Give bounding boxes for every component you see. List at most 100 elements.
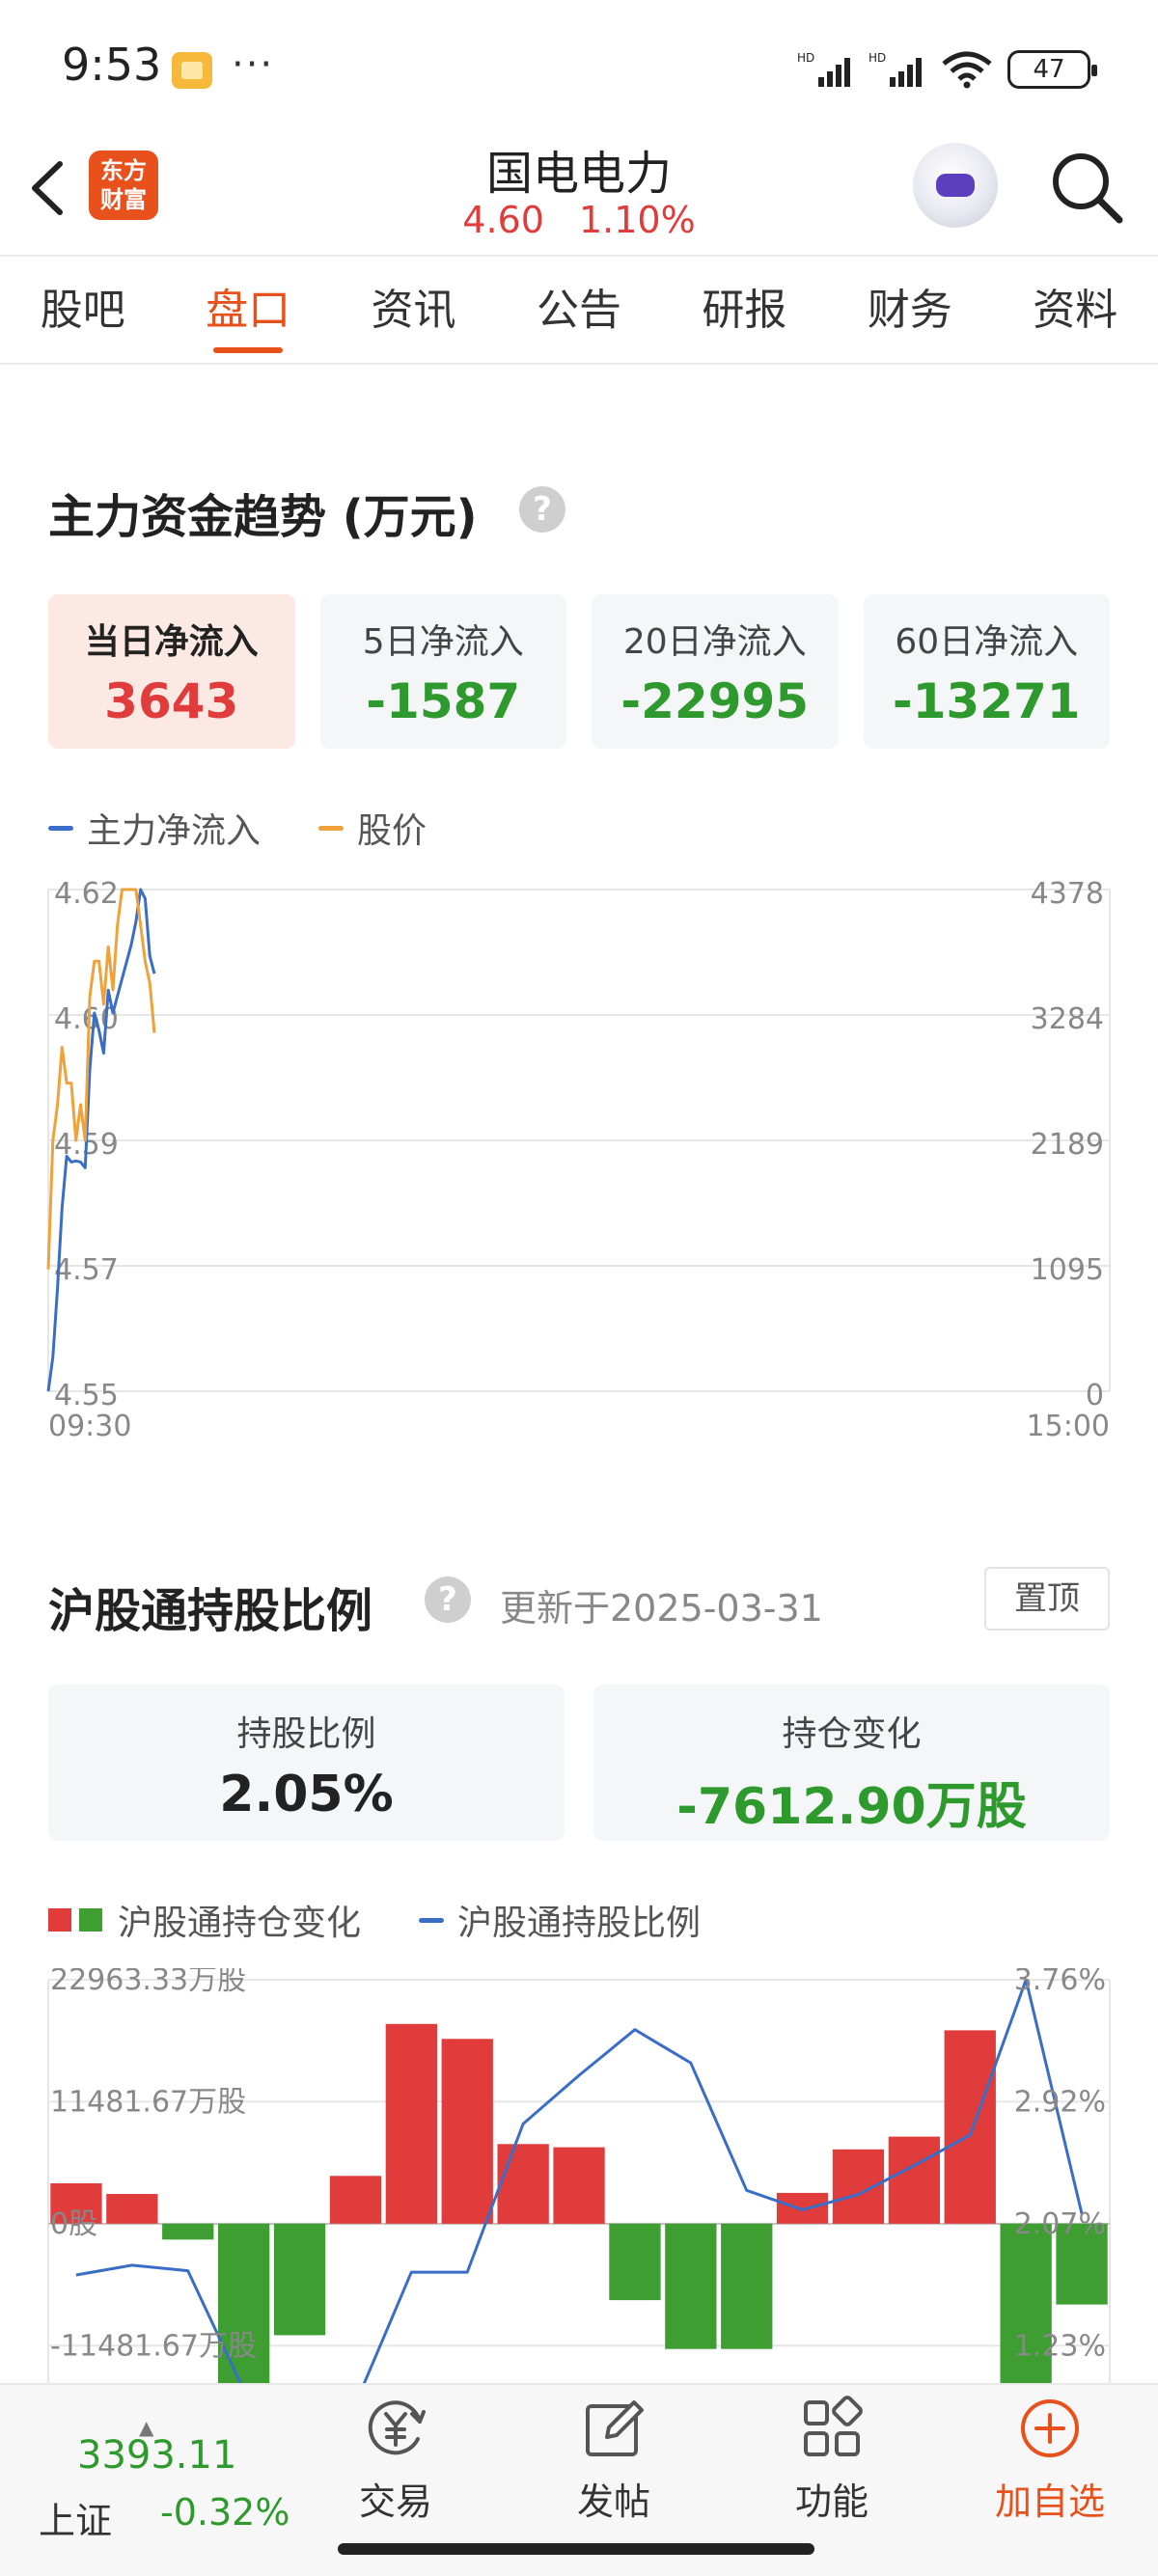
legend-orange-line-icon	[318, 825, 345, 831]
y-right-tick: 4378	[1031, 877, 1104, 911]
nav-add-watchlist-button[interactable]: 加自选	[963, 2395, 1137, 2525]
legend-holding-ratio-label: 沪股通持股比例	[457, 1904, 702, 1943]
nav-functions-button[interactable]: 功能	[745, 2395, 919, 2525]
pin-to-top-button[interactable]: 置顶	[984, 1567, 1110, 1631]
more-notifications-icon: ···	[232, 42, 275, 87]
legend-holding-ratio: 沪股通持股比例	[419, 1895, 701, 1945]
hk-connect-help-icon[interactable]: ?	[425, 1576, 471, 1623]
tab-profile[interactable]: 资料	[993, 257, 1158, 363]
legend-net-inflow-label: 主力净流入	[87, 811, 262, 851]
y-right-tick: 1.23%	[1014, 2329, 1106, 2363]
nav-post-button[interactable]: 发帖	[527, 2395, 701, 2525]
capital-flow-title: 主力资金趋势 (万元)	[48, 490, 478, 544]
legend-holding-change: 沪股通持仓变化	[48, 1895, 361, 1945]
ai-assistant-avatar-icon[interactable]	[913, 143, 998, 228]
holding-change-bar	[609, 2223, 661, 2301]
status-time: 9:53	[62, 39, 162, 91]
capital-flow-chart: 4.62 43784.60 32844.59 21894.57 10954.55 009:…	[46, 877, 1111, 1443]
legend-holding-change-label: 沪股通持仓变化	[118, 1904, 362, 1943]
search-icon[interactable]	[1048, 149, 1125, 226]
capital-flow-legend: 主力净流入 股价	[48, 803, 484, 853]
stock-tabs: 股吧 盘口 资讯 公告 研报 财务 资料	[0, 257, 1158, 365]
stock-header: 东方 财富 国电电力 4.60 1.10%	[0, 135, 1158, 257]
x-tick: 09:30	[48, 1410, 131, 1443]
wifi-icon	[942, 51, 992, 89]
price-series-line	[46, 888, 156, 1270]
holding-change-bar	[497, 2144, 549, 2224]
status-bar: 9:53 ··· HD HD 47	[0, 0, 1158, 135]
index-value: 3393.11	[77, 2433, 237, 2478]
holding-change-bar	[106, 2194, 158, 2224]
capital-flow-cards: 当日净流入 3643 5日净流入 -1587 20日净流入 -22995 60日…	[48, 594, 1110, 749]
legend-price: 股价	[318, 803, 427, 853]
tab-guba[interactable]: 股吧	[0, 257, 165, 363]
tab-research[interactable]: 研报	[662, 257, 827, 363]
y-left-tick: 4.60	[54, 1002, 119, 1036]
y-right-tick: 1095	[1031, 1253, 1104, 1287]
flow-card-5day[interactable]: 5日净流入 -1587	[319, 594, 566, 749]
holding-change-bar	[273, 2223, 326, 2336]
signal-hd-label-2: HD	[868, 51, 886, 65]
capital-flow-help-icon[interactable]: ?	[519, 486, 565, 533]
tab-news[interactable]: 资讯	[331, 257, 496, 363]
hk-holding-change-card: 持仓变化 -7612.90万股	[593, 1685, 1110, 1841]
y-left-tick: 22963.33万股	[50, 1968, 246, 1997]
legend-net-inflow: 主力净流入	[48, 803, 261, 853]
signal-icon-2: HD	[868, 51, 922, 87]
flow-card-label: 60日净流入	[895, 622, 1079, 662]
y-left-tick: 4.57	[54, 1253, 119, 1287]
nav-add-watchlist-label: 加自选	[994, 2480, 1105, 2523]
nav-trade-button[interactable]: 交易	[309, 2395, 482, 2525]
home-indicator[interactable]	[338, 2543, 814, 2555]
y-left-tick: 4.62	[54, 877, 119, 911]
holding-change-bar	[553, 2147, 605, 2224]
stock-price: 4.60	[462, 199, 544, 241]
status-icons: HD HD 47	[797, 50, 1097, 89]
flow-card-60day[interactable]: 60日净流入 -13271	[863, 594, 1110, 749]
holding-change-bar	[944, 2030, 996, 2224]
tab-finance[interactable]: 财务	[827, 257, 992, 363]
flow-card-value: 3643	[104, 673, 239, 729]
tab-announcements[interactable]: 公告	[496, 257, 661, 363]
hk-connect-cards: 持股比例 2.05% 持仓变化 -7612.90万股	[48, 1685, 1110, 1841]
y-left-tick: 0股	[50, 2207, 97, 2241]
holding-change-bar	[441, 2039, 493, 2224]
index-change: -0.32%	[160, 2491, 290, 2534]
flow-card-label: 20日净流入	[622, 622, 807, 662]
flow-card-today[interactable]: 当日净流入 3643	[48, 594, 295, 749]
nav-functions-label: 功能	[794, 2480, 868, 2523]
holding-change-bar	[721, 2223, 773, 2349]
hk-card-label: 持仓变化	[782, 1714, 922, 1754]
grid-apps-icon	[804, 2396, 863, 2456]
holding-change-bar	[385, 2023, 437, 2224]
hk-holding-ratio-card: 持股比例 2.05%	[48, 1685, 565, 1841]
x-tick: 15:00	[1027, 1410, 1110, 1443]
holding-change-bar	[162, 2223, 214, 2240]
trade-yen-icon	[368, 2400, 426, 2455]
notification-app-icon	[172, 52, 212, 89]
holding-change-bar	[329, 2176, 382, 2224]
stock-change-pct: 1.10%	[578, 199, 696, 241]
tab-pankou[interactable]: 盘口	[165, 257, 330, 363]
y-right-tick: 2.07%	[1014, 2207, 1106, 2241]
flow-card-value: -13271	[892, 673, 1081, 729]
flow-card-20day[interactable]: 20日净流入 -22995	[592, 594, 839, 749]
nav-post-label: 发帖	[576, 2480, 650, 2523]
hk-connect-updated: 更新于2025-03-31	[500, 1587, 823, 1630]
y-right-tick: 2189	[1031, 1128, 1104, 1162]
nav-trade-label: 交易	[358, 2480, 432, 2523]
legend-price-label: 股价	[357, 811, 427, 851]
y-right-tick: 0	[1086, 1379, 1104, 1412]
flow-card-label: 5日净流入	[362, 622, 524, 662]
flow-card-value: -22995	[620, 673, 810, 729]
y-right-tick: 2.92%	[1014, 2085, 1106, 2119]
hk-card-value: -7612.90万股	[676, 1778, 1027, 1836]
holding-change-bar	[665, 2223, 717, 2349]
signal-icon: HD	[797, 51, 850, 87]
flow-card-label: 当日净流入	[84, 622, 259, 662]
y-left-tick: -11481.67万股	[50, 2329, 257, 2363]
hk-card-value: 2.05%	[219, 1766, 394, 1823]
y-right-tick: 3284	[1031, 1002, 1104, 1036]
hk-connect-chart: 22963.33万股 3.76% 11481.67万股 2.92% 0股 2.07% -11…	[47, 1968, 1111, 2383]
add-circle-icon	[1021, 2399, 1079, 2457]
